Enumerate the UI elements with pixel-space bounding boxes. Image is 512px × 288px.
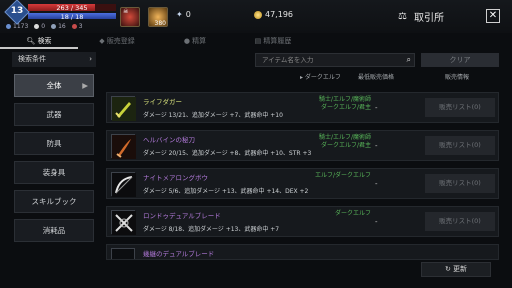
potion-icon — [71, 24, 77, 29]
title-text: 取引所 — [413, 13, 444, 24]
class-filter-header[interactable]: ▸ ダークエルフ — [300, 72, 341, 81]
item-row[interactable]: ライフダガー ダメージ 13/21、追加ダメージ +7、武器命中 +10 騎士/… — [106, 92, 499, 123]
info-column-header: 販売情報 — [445, 74, 470, 81]
tab-bar: 🔍︎ 検索 ◆ 販売登録 ● 精算 ▤ 精算履歴 — [0, 34, 512, 49]
category-all[interactable]: 全体 ▶ — [14, 74, 94, 97]
refresh-label: 更新 — [453, 265, 468, 273]
gold-amount: 47,196 — [265, 10, 293, 19]
item-class: エルフ/ダークエルフ — [314, 172, 371, 179]
coin-stack-icon: ● — [183, 37, 190, 45]
skull-icon — [34, 24, 40, 29]
skull-icon: ☠ — [123, 8, 129, 15]
item-desc: ダメージ 8/18、追加ダメージ +13、武器命中 +7 — [143, 226, 280, 233]
category-list: 全体 ▶ 武器 防具 装身具 スキルブック 消耗品 — [14, 74, 94, 248]
dual-blade-icon — [111, 248, 135, 259]
tab-sell-register[interactable]: ◆ 販売登録 — [78, 34, 156, 49]
item-name: ライフダガー — [143, 98, 182, 106]
category-accessory[interactable]: 装身具 — [14, 161, 94, 184]
item-row[interactable]: ヘルバインの秘刀 ダメージ 20/15、追加ダメージ +8、武器命中 +10、S… — [106, 130, 499, 161]
item-desc: ダメージ 5/6、追加ダメージ +13、武器命中 +14、DEX +2 — [143, 188, 309, 195]
buff-slot-2[interactable]: 380 — [148, 7, 168, 27]
item-row[interactable]: ナイトメアロングボウ ダメージ 5/6、追加ダメージ +13、武器命中 +14、… — [106, 168, 499, 199]
item-class: ダークエルフ — [334, 210, 371, 217]
category-consumable[interactable]: 消耗品 — [14, 219, 94, 242]
chevron-right-icon: › — [89, 55, 92, 63]
gem-count: 0 — [185, 10, 191, 19]
search-input[interactable] — [256, 54, 396, 66]
item-price: - — [375, 104, 378, 112]
page-title: ⚖ 取引所 — [398, 9, 444, 24]
item-row[interactable]: 幾継のデュアルブレード — [106, 244, 499, 260]
level-text: 13 — [10, 6, 24, 16]
item-price: - — [375, 180, 378, 188]
bow-icon — [111, 172, 136, 197]
shield-icon — [51, 24, 57, 29]
search-icon[interactable]: ⌕ — [407, 55, 411, 65]
gem-currency: ✦ 0 — [176, 10, 191, 19]
gold-currency: 47,196 — [254, 10, 293, 19]
category-armor[interactable]: 防具 — [14, 132, 94, 155]
attack-icon — [6, 24, 11, 29]
mp-text: 18 / 18 — [60, 13, 84, 21]
stat-attack: 1173 — [6, 23, 28, 30]
close-icon: ✕ — [488, 10, 498, 21]
dagger-icon — [111, 96, 136, 121]
close-button[interactable]: ✕ — [486, 9, 500, 23]
tab-settlement-history[interactable]: ▤ 精算履歴 — [234, 34, 312, 49]
item-name: ナイトメアロングボウ — [143, 174, 208, 182]
sale-list-button[interactable]: 販売リスト(0) — [425, 98, 495, 117]
refresh-icon: ↻ — [444, 265, 451, 273]
scales-icon: ⚖ — [398, 11, 407, 22]
tab-search[interactable]: 🔍︎ 検索 — [0, 34, 78, 49]
refresh-button[interactable]: ↻ 更新 — [421, 262, 491, 277]
sale-list-button[interactable]: 販売リスト(0) — [425, 174, 495, 193]
history-icon: ▤ — [254, 37, 262, 45]
stat-defense: 16 — [51, 23, 66, 30]
item-name: ロンドゥデュアルブレード — [143, 212, 221, 220]
search-box: ⌕ — [255, 53, 415, 67]
player-stats: 1173 0 16 3 — [6, 23, 83, 30]
blade-icon — [111, 134, 136, 159]
buff-slot-1[interactable]: ☠ — [120, 7, 140, 27]
category-weapon[interactable]: 武器 — [14, 103, 94, 126]
bag-icon: ◆ — [99, 37, 105, 45]
coin-icon — [254, 10, 262, 19]
dual-blade-icon — [111, 210, 136, 235]
item-desc: ダメージ 13/21、追加ダメージ +7、武器命中 +10 — [143, 112, 283, 119]
top-bar: 13 263 / 345 18 / 18 1173 0 16 3 ☠ 380 ✦… — [0, 0, 512, 33]
item-desc: ダメージ 20/15、追加ダメージ +8、武器命中 +10、STR +3 — [143, 150, 312, 157]
price-column-header: 最低販売価格 — [358, 74, 395, 81]
stat-pk: 0 — [34, 23, 45, 30]
clear-button[interactable]: クリア — [421, 53, 499, 67]
stat-potion: 3 — [71, 23, 83, 30]
search-conditions-button[interactable]: 検索条件 › — [12, 52, 96, 67]
item-row[interactable]: ロンドゥデュアルブレード ダメージ 8/18、追加ダメージ +13、武器命中 +… — [106, 206, 499, 237]
item-class: 騎士/エルフ/魔術師 ダークエルフ/君主 — [318, 96, 371, 111]
slot2-count: 380 — [154, 20, 166, 27]
hp-text: 263 / 345 — [56, 4, 88, 12]
item-price: - — [375, 142, 378, 150]
item-class: 騎士/エルフ/魔術師 ダークエルフ/君主 — [318, 134, 371, 149]
sale-list-button[interactable]: 販売リスト(0) — [425, 136, 495, 155]
sale-list-button[interactable]: 販売リスト(0) — [425, 212, 495, 231]
gem-icon: ✦ — [176, 10, 183, 19]
search-icon: 🔍︎ — [26, 37, 36, 45]
play-icon: ▶ — [82, 81, 88, 90]
item-name: ヘルバインの秘刀 — [143, 136, 195, 144]
category-skillbook[interactable]: スキルブック — [14, 190, 94, 213]
tab-settlement[interactable]: ● 精算 — [156, 34, 234, 49]
search-conditions-label: 検索条件 — [18, 55, 46, 63]
item-name: 幾継のデュアルブレード — [143, 250, 215, 258]
item-price: - — [375, 218, 378, 226]
